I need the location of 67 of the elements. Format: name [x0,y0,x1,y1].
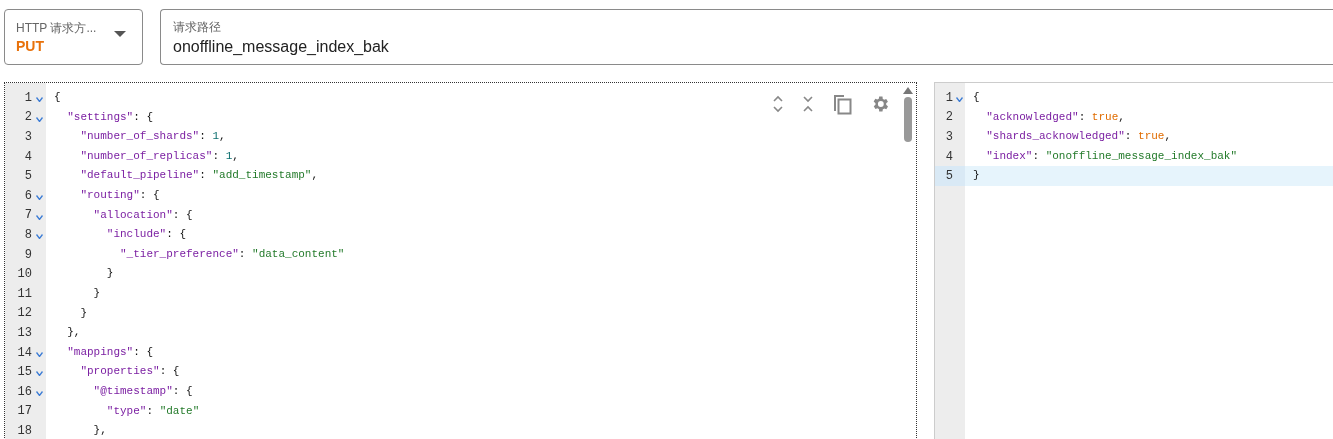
fold-chevron-icon[interactable] [36,234,43,240]
line-number: 10 [17,267,32,282]
line-number: 17 [17,404,32,419]
line-number: 9 [24,247,32,262]
code-line: } [105,266,114,282]
scroll-up-icon[interactable] [903,87,913,94]
fold-chevron-icon[interactable] [36,390,43,396]
line-number: 3 [945,130,953,144]
code-line: "mappings": { [66,344,154,360]
code-line: "allocation": { [92,207,193,223]
line-number: 18 [17,423,32,438]
line-number: 4 [24,149,32,164]
line-number: 7 [24,208,32,223]
line-number: 2 [945,110,953,125]
code-line: "number_of_shards": 1, [79,129,226,145]
line-number: 1 [945,90,953,105]
code-line: } [92,285,101,301]
code-line: "number_of_replicas": 1, [79,148,239,164]
line-number: 14 [17,345,32,360]
line-number: 13 [17,325,32,340]
copy-icon[interactable] [832,93,852,115]
code-line: "index": "onoffline_message_index_bak" [985,148,1238,164]
line-number: 1 [24,90,32,105]
code-line: }, [92,423,107,439]
code-line: } [79,305,87,321]
expand-icon[interactable] [772,95,784,113]
code-line: "default_pipeline": "add_timestamp", [79,168,319,184]
path-label: 请求路径 [173,18,222,36]
code-line: }, [66,325,81,341]
code-line: "properties": { [79,364,180,380]
method-value: PUT [16,38,45,54]
fold-chevron-icon[interactable] [36,351,43,357]
code-line: "type": "date" [105,403,200,419]
code-line: { [53,90,61,105]
code-line: { [972,90,980,105]
code-line: "settings": { [66,109,154,125]
line-number: 6 [24,188,32,203]
fold-chevron-icon[interactable] [956,97,963,102]
code-line: "acknowledged": true, [985,109,1125,125]
line-number: 12 [17,306,32,321]
fold-chevron-icon[interactable] [36,97,43,102]
fold-chevron-icon[interactable] [36,371,43,377]
line-number: 3 [24,130,32,144]
http-method-select[interactable]: HTTP 请求方... PUT [4,9,143,65]
line-number: 4 [945,149,953,164]
path-value: onoffline_message_index_bak [173,37,390,56]
code-line: "routing": { [79,187,160,203]
line-number: 11 [17,286,32,301]
code-line: "_tier_preference": "data_content" [119,246,345,262]
line-number: 5 [24,169,32,184]
method-label: HTTP 请求方... [16,20,97,37]
line-number: 8 [24,227,32,242]
code-editor[interactable]: 1 2 3 4 5 { "acknowledged": true, "shards_acknowledged": true, "index": "onoffline_message_index_bak" } [934,82,1333,439]
code-line: "@timestamp": { [92,383,193,399]
path-field[interactable]: 请求路径 onoffline_message_index_bak [160,9,1333,65]
caret-icon [114,31,126,37]
fold-chevron-icon[interactable] [36,214,43,220]
line-number: 2 [24,110,32,125]
scrollbar-thumb[interactable] [904,97,912,142]
fold-chevron-icon[interactable] [36,194,43,200]
line-number: 5 [945,169,953,184]
code-line: "include": { [105,227,187,243]
line-number: 16 [17,384,32,399]
code-line: "shards_acknowledged": true, [985,129,1172,145]
line-number: 15 [17,365,32,380]
fold-chevron-icon[interactable] [36,116,43,122]
collapse-icon[interactable] [802,95,814,113]
